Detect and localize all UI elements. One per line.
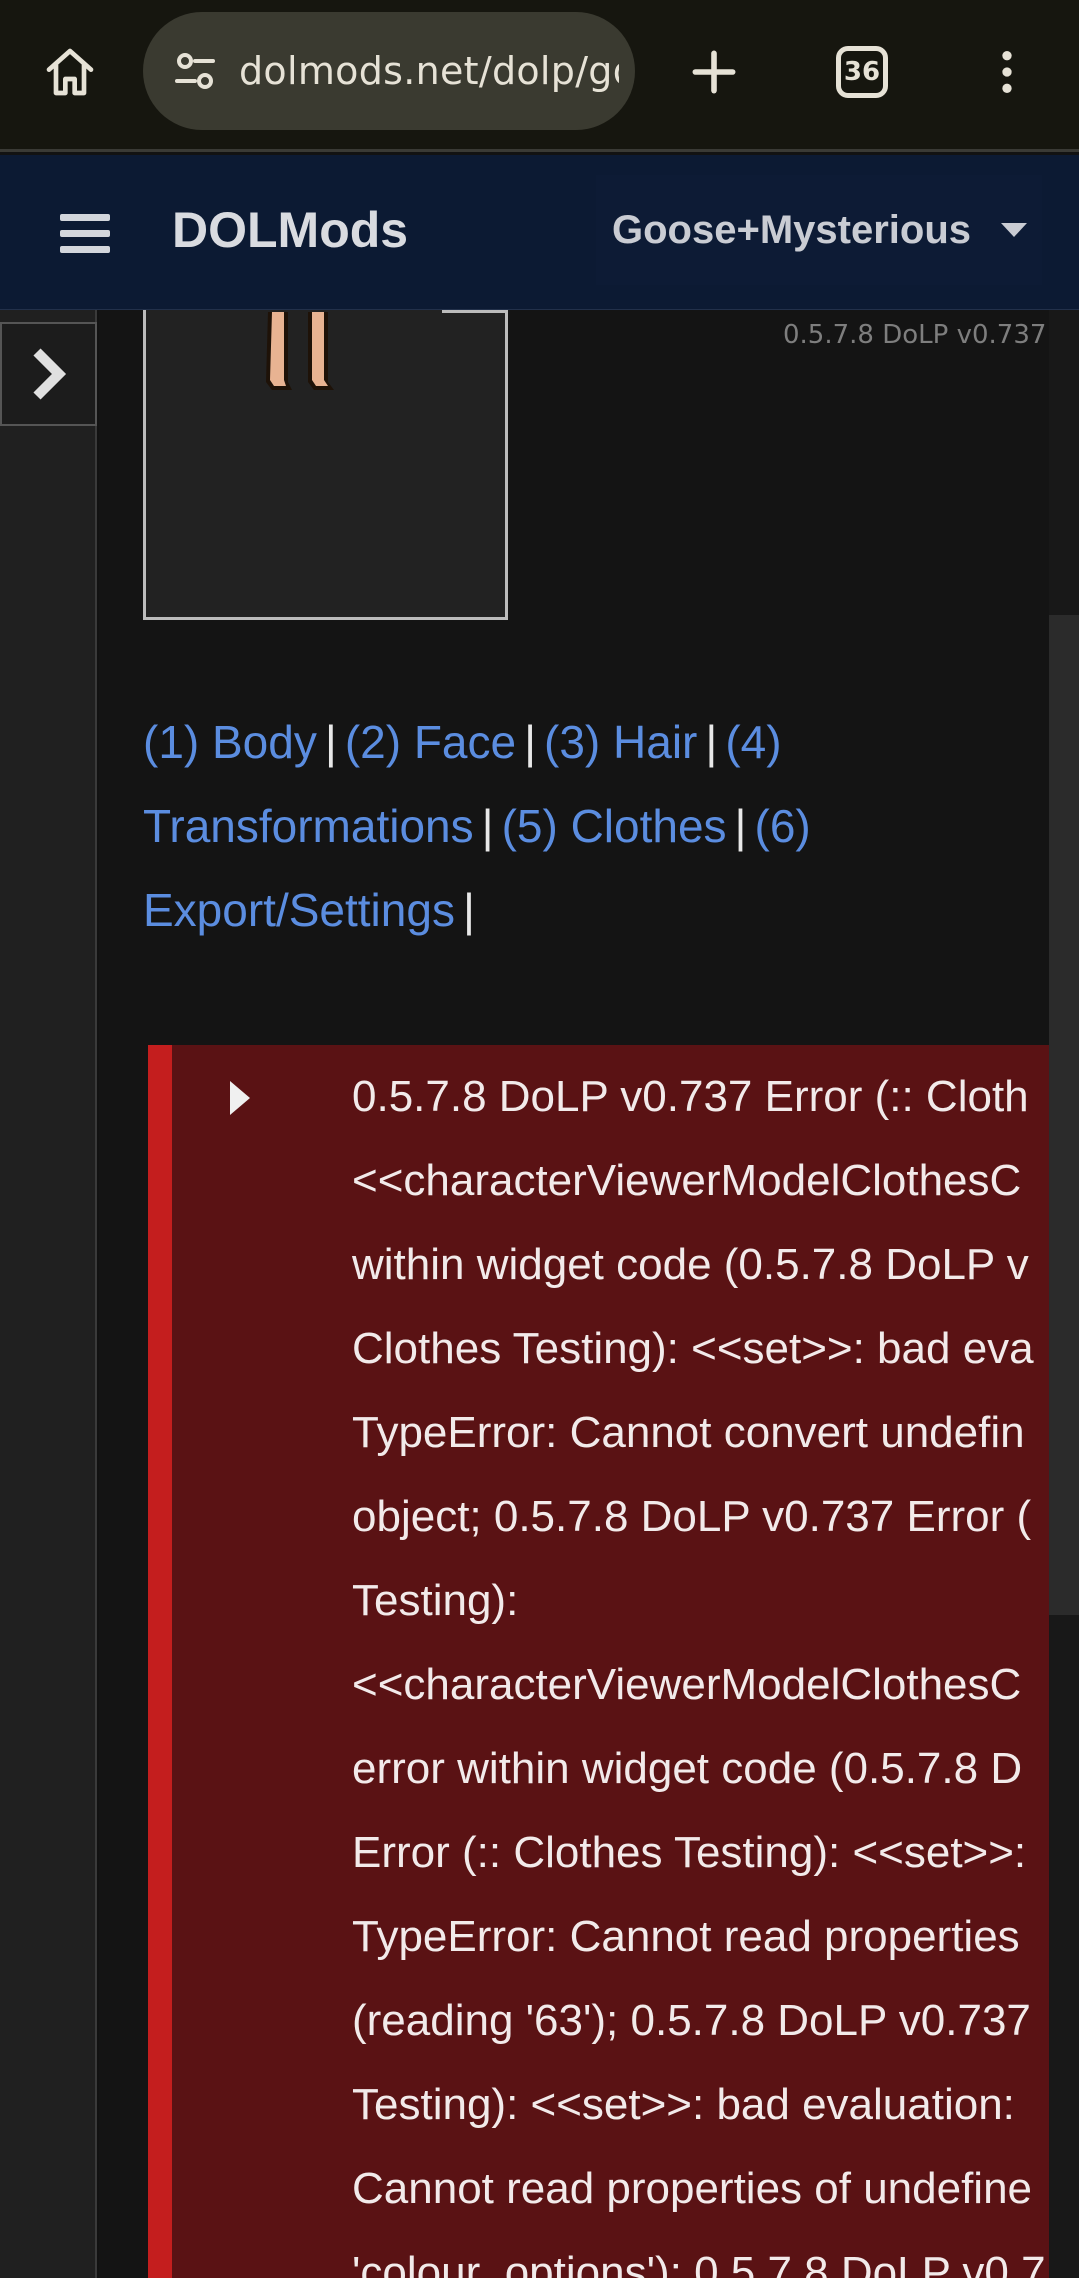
error-line: object; 0.5.7.8 DoLP v0.737 Error ( bbox=[352, 1492, 1032, 1541]
error-line: (reading '63'); 0.5.7.8 DoLP v0.737 bbox=[352, 1996, 1031, 2045]
chevron-down-icon bbox=[1001, 223, 1028, 237]
tab-switcher-icon: 36 bbox=[836, 46, 888, 98]
nav-link-clothes[interactable]: (5) Clothes bbox=[502, 800, 727, 852]
error-line: <<characterViewerModelClothesC bbox=[352, 1660, 1022, 1709]
error-message-box: 0.5.7.8 DoLP v0.737 Error (:: Cloth<<cha… bbox=[148, 1045, 1049, 2278]
nav-separator: | bbox=[462, 884, 475, 936]
hamburger-menu-icon[interactable] bbox=[52, 200, 118, 266]
site-header: DOLMods Goose+Mysterious bbox=[0, 155, 1079, 310]
nav-separator: | bbox=[524, 716, 537, 768]
expand-triangle-icon[interactable] bbox=[230, 1081, 250, 1115]
browser-menu-button[interactable] bbox=[965, 30, 1049, 114]
plus-icon bbox=[692, 50, 736, 94]
error-line: TypeError: Cannot convert undefin bbox=[352, 1408, 1025, 1457]
tab-switcher-button[interactable]: 36 bbox=[820, 30, 904, 114]
nav-separator: | bbox=[324, 716, 337, 768]
browser-toolbar: dolmods.net/dolp/go 36 bbox=[0, 0, 1079, 152]
new-tab-button[interactable] bbox=[672, 30, 756, 114]
more-vert-icon bbox=[1002, 51, 1012, 93]
scrollbar-thumb[interactable] bbox=[1049, 615, 1079, 1615]
side-panel-toggle-button[interactable] bbox=[0, 322, 97, 426]
nav-separator: | bbox=[705, 716, 718, 768]
nav-link-hair[interactable]: (3) Hair bbox=[544, 716, 697, 768]
error-line: 0.5.7.8 DoLP v0.737 Error (:: Cloth bbox=[352, 1072, 1029, 1121]
version-label: 0.5.7.8 DoLP v0.737 bbox=[783, 320, 1047, 350]
nav-link-body[interactable]: (1) Body bbox=[143, 716, 317, 768]
side-panel bbox=[0, 310, 97, 2278]
nav-separator: | bbox=[481, 800, 494, 852]
error-line: TypeError: Cannot read properties bbox=[352, 1912, 1020, 1961]
frame-border bbox=[442, 310, 508, 313]
error-line: Clothes Testing): <<set>>: bad eva bbox=[352, 1324, 1034, 1373]
home-icon bbox=[46, 48, 94, 96]
mod-select-dropdown[interactable]: Goose+Mysterious bbox=[596, 175, 1042, 285]
error-text: 0.5.7.8 DoLP v0.737 Error (:: Cloth<<cha… bbox=[352, 1055, 1049, 2278]
site-brand[interactable]: DOLMods bbox=[172, 201, 408, 259]
error-line: within widget code (0.5.7.8 DoLP v bbox=[352, 1240, 1029, 1289]
nav-link-face[interactable]: (2) Face bbox=[345, 716, 516, 768]
tab-count: 36 bbox=[843, 57, 881, 87]
url-text[interactable]: dolmods.net/dolp/go bbox=[239, 49, 619, 93]
nav-separator: | bbox=[734, 800, 747, 852]
error-line: error within widget code (0.5.7.8 D bbox=[352, 1744, 1023, 1793]
error-line: Cannot read properties of undefine bbox=[352, 2164, 1033, 2213]
home-button[interactable] bbox=[28, 30, 112, 114]
chevron-right-icon bbox=[32, 348, 66, 400]
error-line: 'colour_options'); 0.5.7.8 DoLP v0.7 bbox=[352, 2248, 1046, 2278]
character-sprite bbox=[266, 312, 334, 390]
mod-select-value: Goose+Mysterious bbox=[612, 207, 972, 252]
error-line: Testing): bbox=[352, 1576, 519, 1625]
error-line: Testing): <<set>>: bad evaluation: bbox=[352, 2080, 1015, 2129]
error-line: <<characterViewerModelClothesC bbox=[352, 1156, 1022, 1205]
address-bar[interactable]: dolmods.net/dolp/go bbox=[143, 12, 635, 130]
error-line: Error (:: Clothes Testing): <<set>>: bbox=[352, 1828, 1027, 1877]
tune-icon[interactable] bbox=[167, 43, 223, 99]
section-nav: (1) Body | (2) Face | (3) Hair | (4) Transform… bbox=[143, 700, 943, 952]
